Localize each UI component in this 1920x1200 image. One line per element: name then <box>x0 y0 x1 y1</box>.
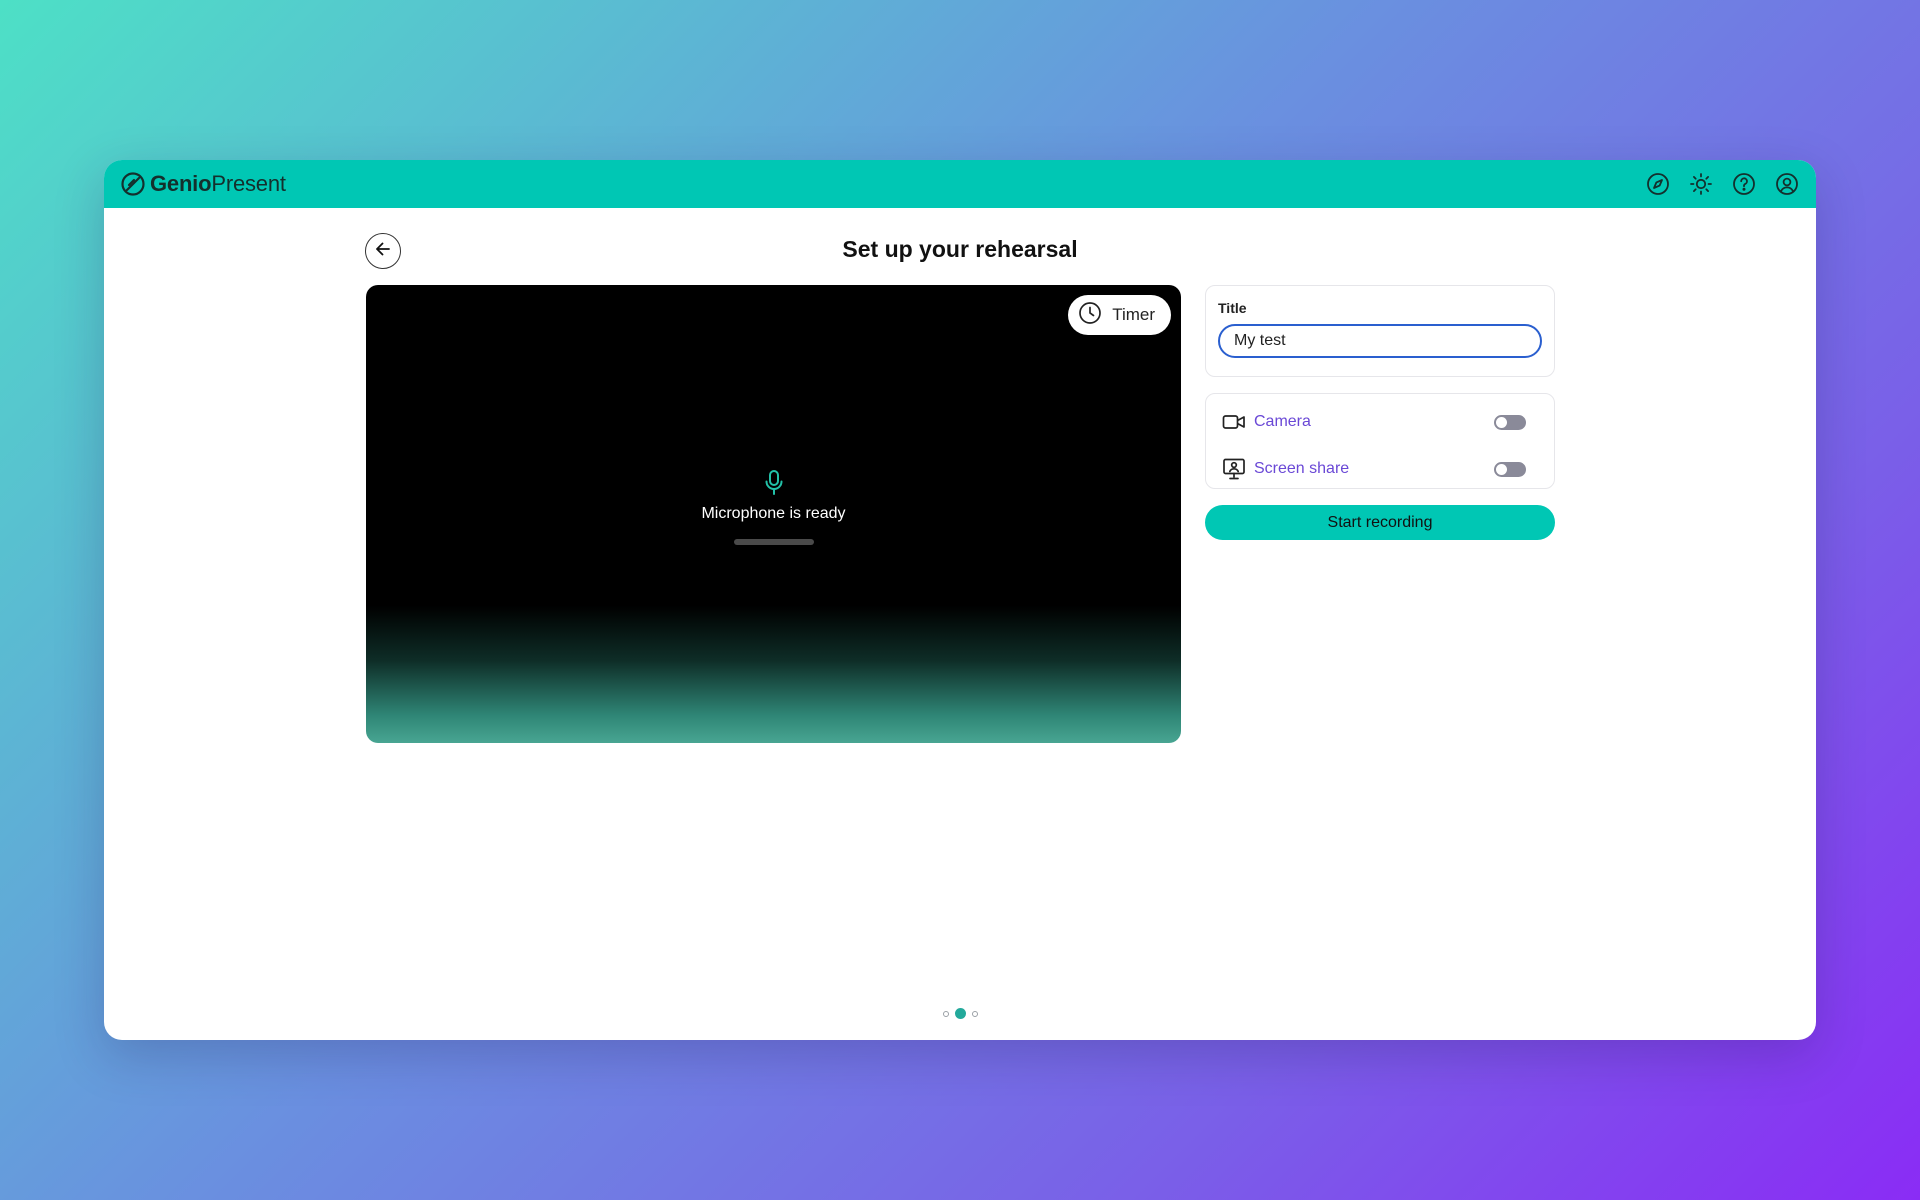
screen-share-toggle-knob <box>1496 463 1507 475</box>
microphone-status-text: Microphone is ready <box>701 505 846 522</box>
camera-label: Camera <box>1254 413 1311 430</box>
title-label: Title <box>1218 300 1247 316</box>
timer-button[interactable]: Timer <box>1068 295 1171 335</box>
video-camera-icon <box>1222 412 1246 432</box>
header-bar: GenioPresent <box>104 160 1816 208</box>
step-dot-2[interactable] <box>954 1008 966 1019</box>
main-content: Set up your rehearsal Timer Microphone i… <box>104 208 1816 1040</box>
app-window: GenioPresent Set up your rehearsal Timer… <box>104 160 1816 1040</box>
screen-share-row: Screen share <box>1222 449 1526 489</box>
compass-icon[interactable] <box>1645 171 1671 197</box>
brand-name-bold: Genio <box>150 171 212 196</box>
brand[interactable]: GenioPresent <box>120 171 286 197</box>
sun-icon[interactable] <box>1688 171 1714 197</box>
media-options-card: Camera Screen share <box>1205 393 1555 489</box>
media-preview: Timer Microphone is ready <box>366 285 1181 743</box>
camera-toggle-knob <box>1496 416 1507 428</box>
microphone-level-meter <box>733 539 814 545</box>
step-dot-1[interactable] <box>942 1010 949 1017</box>
header-actions <box>1645 171 1800 197</box>
brand-logo-icon <box>120 171 146 197</box>
title-input[interactable] <box>1218 324 1542 358</box>
camera-row: Camera <box>1222 402 1526 442</box>
timer-label: Timer <box>1112 305 1155 324</box>
clock-icon <box>1078 301 1102 330</box>
microphone-status: Microphone is ready <box>366 469 1181 545</box>
microphone-icon <box>762 469 786 497</box>
settings-panel: Title Camera <box>1205 285 1555 540</box>
page-title: Set up your rehearsal <box>842 236 1078 262</box>
step-dot-3[interactable] <box>971 1010 978 1017</box>
step-indicator <box>104 1008 1816 1019</box>
screen-share-label: Screen share <box>1254 460 1350 477</box>
user-icon[interactable] <box>1774 171 1800 197</box>
brand-name-light: Present <box>211 171 286 196</box>
title-card: Title <box>1205 285 1555 377</box>
screen-share-icon <box>1222 458 1246 480</box>
help-icon[interactable] <box>1731 171 1757 197</box>
start-recording-button[interactable]: Start recording <box>1205 505 1555 540</box>
screen-share-toggle[interactable] <box>1494 461 1526 477</box>
brand-name: GenioPresent <box>150 171 286 197</box>
camera-toggle[interactable] <box>1494 414 1526 430</box>
